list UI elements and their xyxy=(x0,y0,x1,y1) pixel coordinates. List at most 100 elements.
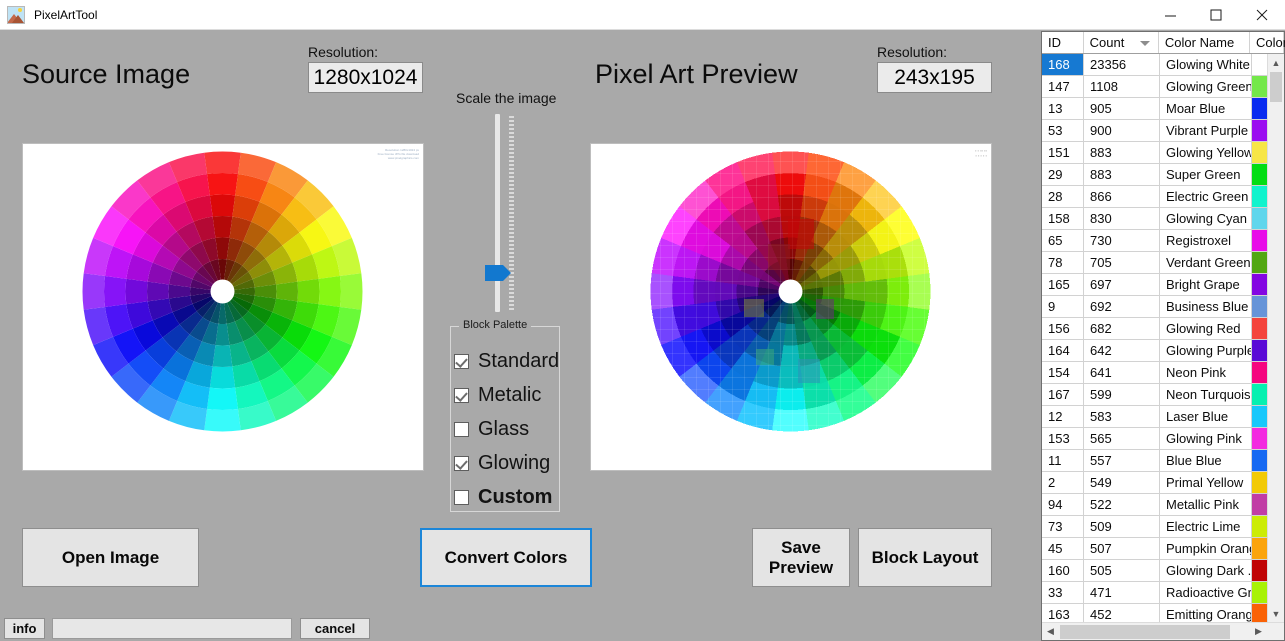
table-row[interactable]: 156 682 Glowing Red xyxy=(1042,318,1268,340)
cell-color-name: Registroxel xyxy=(1160,230,1252,251)
cell-color-name: Glowing Cyan xyxy=(1160,208,1252,229)
cell-count: 471 xyxy=(1084,582,1160,603)
scroll-up-icon[interactable]: ▲ xyxy=(1268,54,1284,71)
cell-count: 883 xyxy=(1084,142,1160,163)
table-row[interactable]: 163 452 Emitting Orange xyxy=(1042,604,1268,622)
color-swatch xyxy=(1252,362,1268,383)
checkbox-row-custom[interactable]: Custom xyxy=(454,486,552,509)
table-row[interactable]: 2 549 Primal Yellow xyxy=(1042,472,1268,494)
table-row[interactable]: 53 900 Vibrant Purple xyxy=(1042,120,1268,142)
checkbox-label-standard: Standard xyxy=(478,350,560,372)
source-image-canvas[interactable]: Resolution 1280x1024 px Free license JPG… xyxy=(22,143,424,471)
source-color-wheel xyxy=(80,149,365,434)
table-row[interactable]: 151 883 Glowing Yellow xyxy=(1042,142,1268,164)
close-icon[interactable] xyxy=(1239,0,1285,30)
preview-color-wheel xyxy=(648,149,933,434)
checkbox-standard[interactable] xyxy=(454,354,469,369)
table-row[interactable]: 147 1108 Glowing Green xyxy=(1042,76,1268,98)
column-header-id[interactable]: ID xyxy=(1042,32,1084,53)
checkbox-row-glass[interactable]: Glass xyxy=(454,418,529,441)
status-field[interactable] xyxy=(52,618,292,639)
scroll-left-icon[interactable]: ◀ xyxy=(1042,623,1059,640)
cell-color-name: Radioactive Gr... xyxy=(1160,582,1252,603)
preview-watermark: ▪ ▪ ▪▪ ▪▪ ▪ ▪ ▪ ▪ ▪ xyxy=(975,148,987,158)
cell-color-swatch xyxy=(1252,384,1268,405)
table-row[interactable]: 164 642 Glowing Purple xyxy=(1042,340,1268,362)
color-swatch xyxy=(1252,582,1268,603)
table-row[interactable]: 154 641 Neon Pink xyxy=(1042,362,1268,384)
vertical-scrollbar[interactable]: ▲ ▼ xyxy=(1267,54,1284,622)
table-row[interactable]: 65 730 Registroxel xyxy=(1042,230,1268,252)
column-header-color[interactable]: Color xyxy=(1250,32,1285,53)
cell-count: 583 xyxy=(1084,406,1160,427)
app-image-icon xyxy=(7,5,25,24)
checkbox-glass[interactable] xyxy=(454,422,469,437)
maximize-icon[interactable] xyxy=(1193,0,1239,30)
table-row[interactable]: 168 23356 Glowing White xyxy=(1042,54,1268,76)
table-row[interactable]: 28 866 Electric Green xyxy=(1042,186,1268,208)
checkbox-custom[interactable] xyxy=(454,490,469,505)
preview-image-canvas[interactable]: ▪ ▪ ▪▪ ▪▪ ▪ ▪ ▪ ▪ ▪ xyxy=(590,143,992,471)
cell-count: 505 xyxy=(1084,560,1160,581)
color-swatch xyxy=(1252,142,1268,163)
info-button[interactable]: info xyxy=(4,618,45,639)
table-row[interactable]: 9 692 Business Blue xyxy=(1042,296,1268,318)
cell-count: 507 xyxy=(1084,538,1160,559)
minimize-icon[interactable] xyxy=(1147,0,1193,30)
table-row[interactable]: 11 557 Blue Blue xyxy=(1042,450,1268,472)
color-swatch xyxy=(1252,516,1268,537)
column-header-color-name[interactable]: Color Name xyxy=(1159,32,1250,53)
cell-color-name: Bright Grape xyxy=(1160,274,1252,295)
cell-color-swatch xyxy=(1252,340,1268,361)
color-swatch xyxy=(1252,274,1268,295)
checkbox-row-glowing[interactable]: Glowing xyxy=(454,452,550,475)
color-list-body[interactable]: 168 23356 Glowing White 147 1108 Glowing Gree… xyxy=(1042,54,1268,622)
checkbox-row-standard[interactable]: Standard xyxy=(454,350,559,373)
cell-id: 33 xyxy=(1042,582,1084,603)
color-swatch xyxy=(1252,494,1268,515)
source-resolution-value: 1280x1024 xyxy=(308,62,423,93)
cell-count: 509 xyxy=(1084,516,1160,537)
table-row[interactable]: 12 583 Laser Blue xyxy=(1042,406,1268,428)
cancel-button[interactable]: cancel xyxy=(300,618,370,639)
vertical-scroll-thumb[interactable] xyxy=(1270,72,1282,102)
convert-colors-button[interactable]: Convert Colors xyxy=(420,528,592,587)
source-image-heading: Source Image xyxy=(22,59,191,89)
color-swatch xyxy=(1252,296,1268,317)
cell-color-swatch xyxy=(1252,54,1268,75)
table-row[interactable]: 13 905 Moar Blue xyxy=(1042,98,1268,120)
table-row[interactable]: 73 509 Electric Lime xyxy=(1042,516,1268,538)
table-row[interactable]: 33471Radioactive Gr... xyxy=(1042,582,1268,604)
checkbox-metalic[interactable] xyxy=(454,388,469,403)
horizontal-scroll-thumb[interactable] xyxy=(1060,625,1230,639)
table-row[interactable]: 94 522 Metallic Pink xyxy=(1042,494,1268,516)
scroll-right-icon[interactable]: ▶ xyxy=(1250,623,1267,640)
table-row[interactable]: 167 599 Neon Turquoise xyxy=(1042,384,1268,406)
open-image-button[interactable]: Open Image xyxy=(22,528,199,587)
table-row[interactable]: 160 505 Glowing Dark ... xyxy=(1042,560,1268,582)
save-preview-button[interactable]: Save Preview xyxy=(752,528,850,587)
scroll-down-icon[interactable]: ▼ xyxy=(1268,605,1284,622)
checkbox-glowing[interactable] xyxy=(454,456,469,471)
cell-count: 682 xyxy=(1084,318,1160,339)
table-row[interactable]: 158 830 Glowing Cyan xyxy=(1042,208,1268,230)
cell-color-swatch xyxy=(1252,230,1268,251)
cell-color-name: Electric Lime xyxy=(1160,516,1252,537)
preview-heading: Pixel Art Preview xyxy=(595,59,798,89)
checkbox-row-metalic[interactable]: Metalic xyxy=(454,384,541,407)
cell-id: 12 xyxy=(1042,406,1084,427)
cell-color-swatch xyxy=(1252,450,1268,471)
table-row[interactable]: 153 565 Glowing Pink xyxy=(1042,428,1268,450)
cell-color-swatch xyxy=(1252,252,1268,273)
table-row[interactable]: 165 697 Bright Grape xyxy=(1042,274,1268,296)
column-header-count[interactable]: Count xyxy=(1084,32,1159,53)
horizontal-scrollbar[interactable]: ◀ ▶ xyxy=(1042,622,1284,640)
table-row[interactable]: 78 705 Verdant Green xyxy=(1042,252,1268,274)
scale-slider-track[interactable] xyxy=(495,114,500,312)
table-row[interactable]: 45507Pumpkin Orange xyxy=(1042,538,1268,560)
table-row[interactable]: 29 883 Super Green xyxy=(1042,164,1268,186)
block-layout-button[interactable]: Block Layout xyxy=(858,528,992,587)
cell-color-name: Glowing Pink xyxy=(1160,428,1252,449)
color-swatch xyxy=(1252,604,1268,622)
cell-count: 599 xyxy=(1084,384,1160,405)
